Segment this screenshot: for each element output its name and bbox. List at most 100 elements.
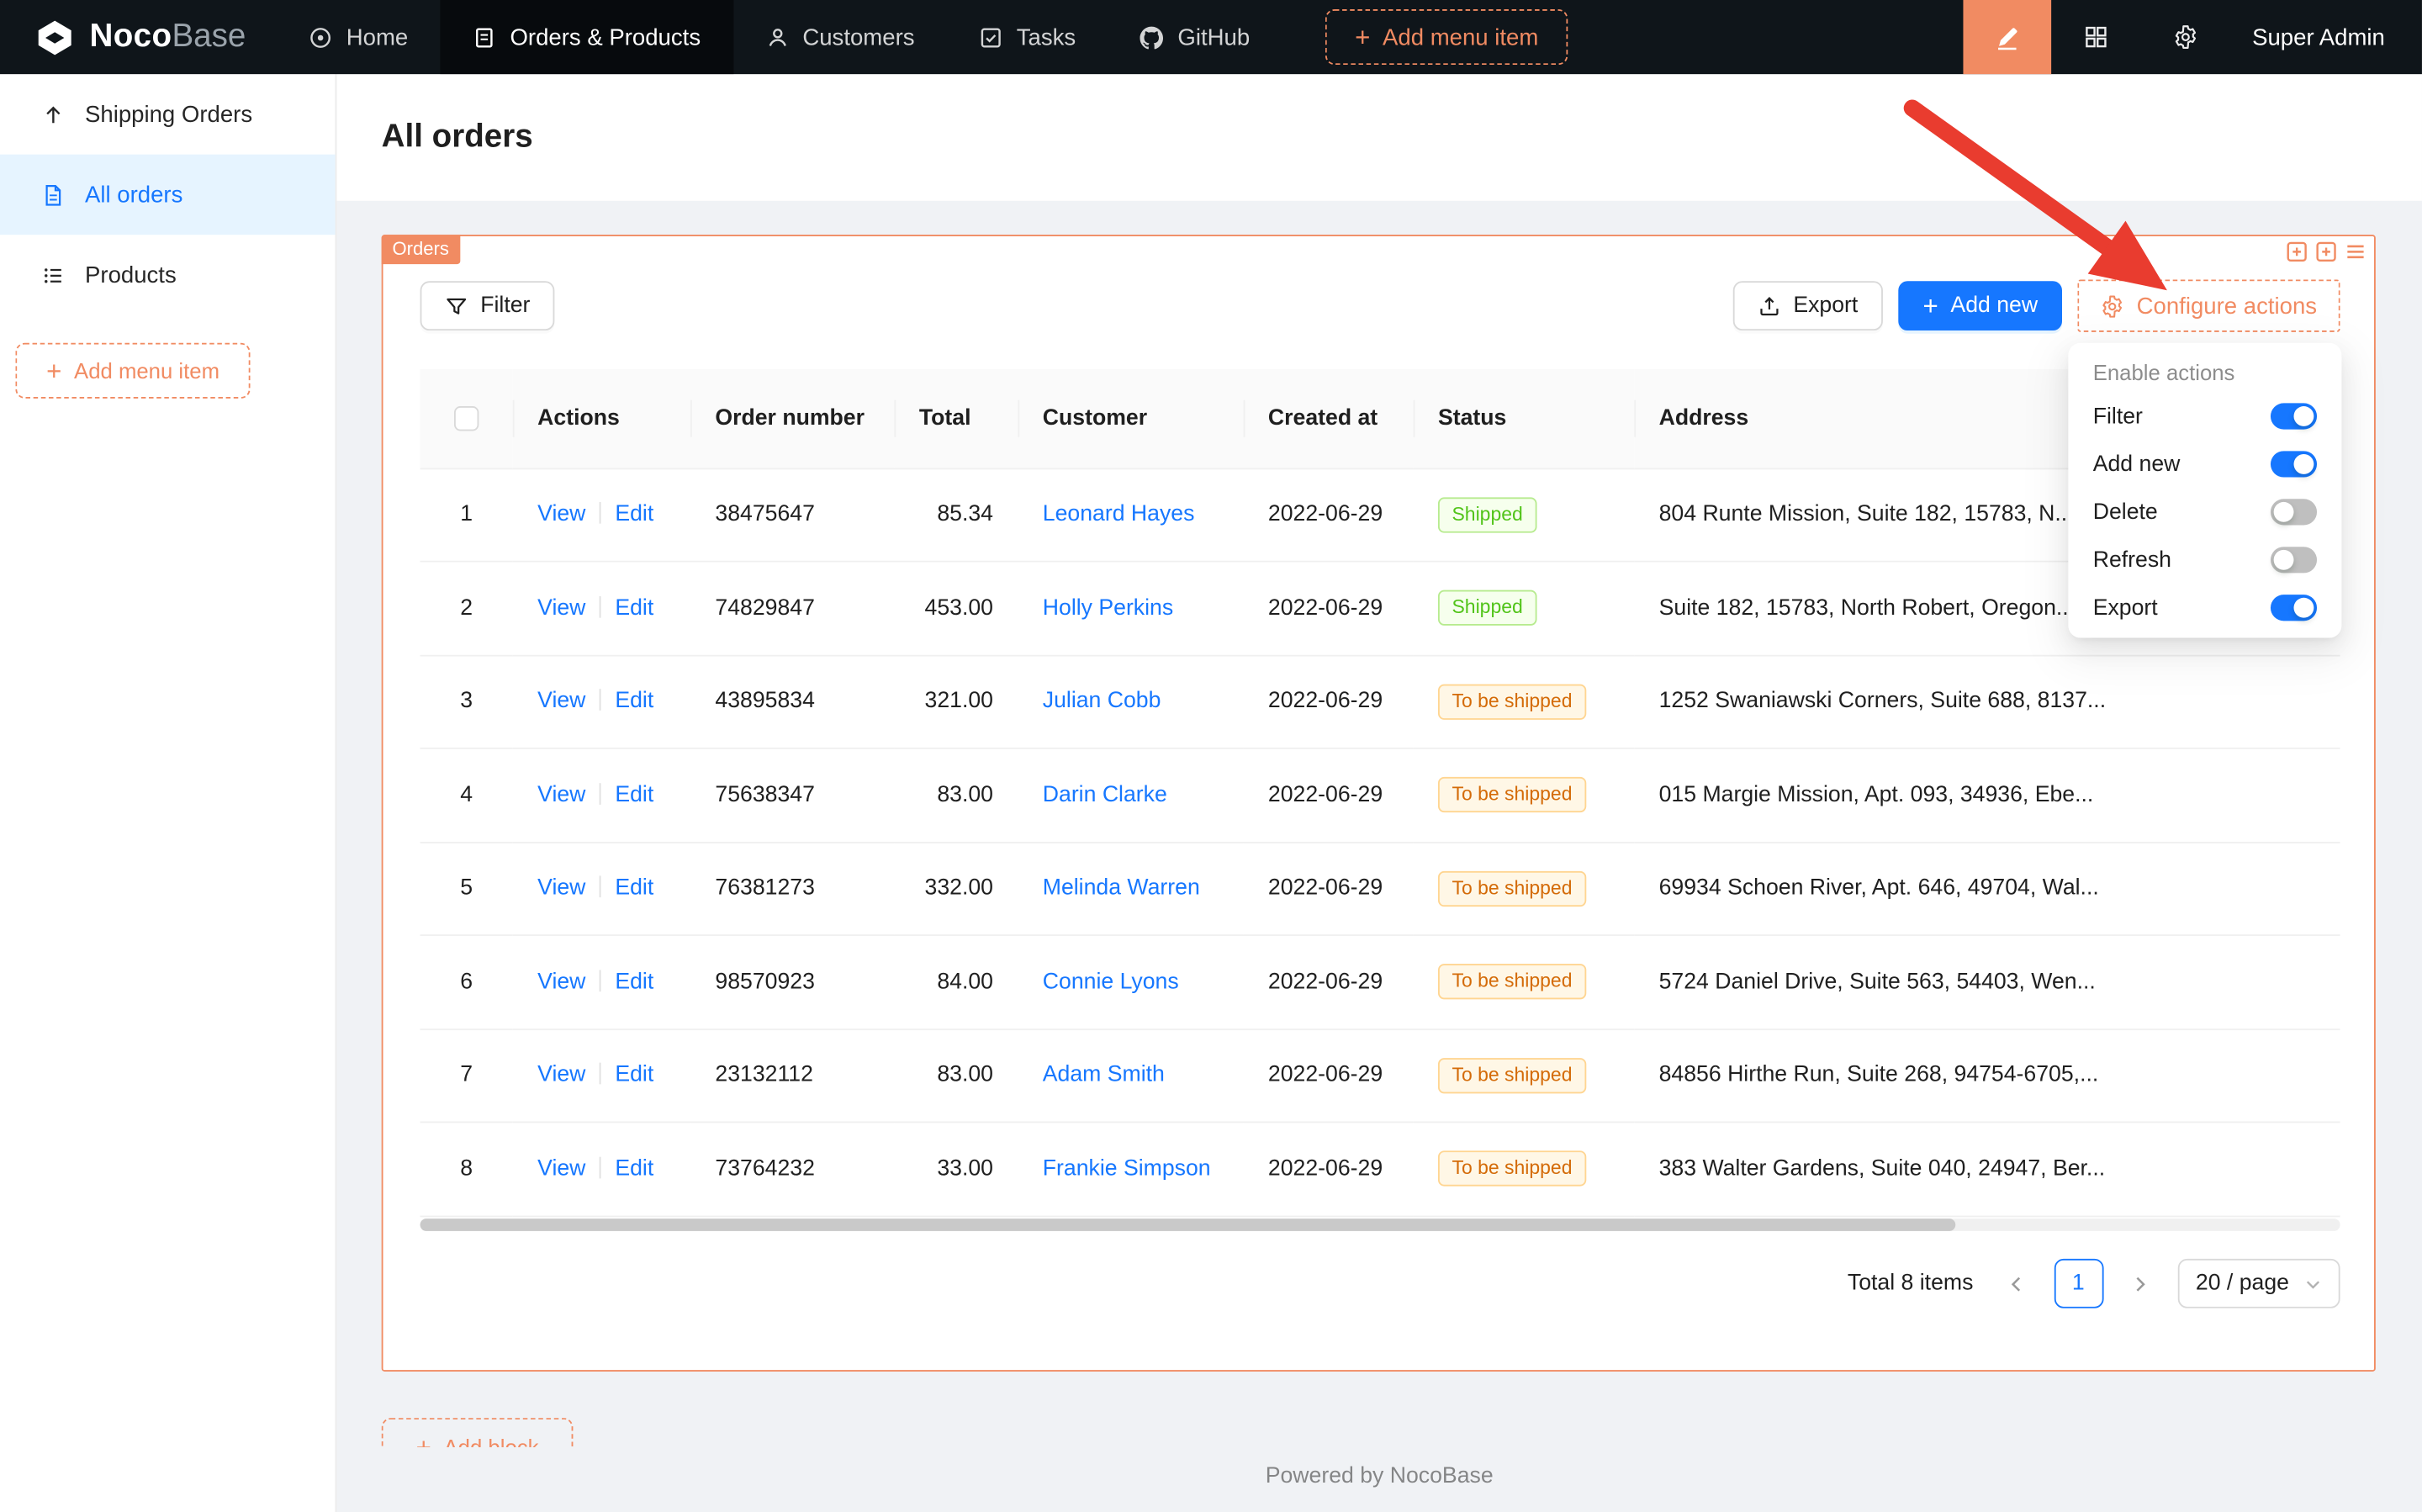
total-cell: 321.00	[894, 655, 1018, 748]
nav-item-github[interactable]: GitHub	[1108, 0, 1282, 74]
nav-item-customers[interactable]: Customers	[733, 0, 947, 74]
edit-link[interactable]: Edit	[615, 970, 653, 994]
dropdown-item-export[interactable]: Export	[2075, 584, 2335, 632]
dropdown-item-label: Filter	[2093, 404, 2143, 428]
sidebar-item-all-orders[interactable]: All orders	[0, 155, 336, 235]
total-cell: 83.00	[894, 1028, 1018, 1122]
customer-link[interactable]: Adam Smith	[1043, 1063, 1165, 1087]
column-header-order-number: Order number	[690, 369, 894, 468]
edit-link[interactable]: Edit	[615, 690, 653, 714]
ui-editor-button[interactable]	[1964, 0, 2052, 74]
customer-link[interactable]: Frankie Simpson	[1043, 1156, 1211, 1181]
pagination-next-button[interactable]	[2115, 1259, 2165, 1308]
address-cell: 69934 Schoen River, Apt. 646, 49704, Wal…	[1634, 842, 2340, 935]
edit-link[interactable]: Edit	[615, 502, 653, 526]
column-header-status: Status	[1414, 369, 1635, 468]
pagination-page-1[interactable]: 1	[2054, 1259, 2103, 1308]
nocobase-logo-icon	[34, 16, 76, 58]
settings-button[interactable]	[2141, 0, 2231, 74]
arrow-up-icon	[42, 103, 66, 126]
chevron-left-icon	[2008, 1275, 2025, 1292]
add-new-button[interactable]: + Add new	[1898, 281, 2062, 330]
add-new-button-label: Add new	[1950, 293, 2038, 318]
insert-block-icon[interactable]	[2286, 241, 2308, 263]
edit-link[interactable]: Edit	[615, 596, 653, 621]
sidebar-item-products[interactable]: Products	[0, 235, 336, 315]
view-link[interactable]: View	[537, 876, 585, 901]
refresh-toggle[interactable]	[2271, 547, 2317, 573]
dropdown-header: Enable actions	[2075, 349, 2335, 392]
customer-link[interactable]: Julian Cobb	[1043, 690, 1161, 714]
nav-item-tasks[interactable]: Tasks	[947, 0, 1108, 74]
customer-link[interactable]: Holly Perkins	[1043, 596, 1173, 621]
column-header-actions: Actions	[513, 369, 690, 468]
nav-item-label: Home	[346, 24, 408, 50]
block-tag[interactable]: Orders	[382, 235, 460, 264]
row-index: 5	[420, 842, 513, 935]
view-link[interactable]: View	[537, 502, 585, 526]
page-title: All orders	[382, 119, 533, 156]
view-link[interactable]: View	[537, 596, 585, 621]
view-link[interactable]: View	[537, 1063, 585, 1087]
user-menu[interactable]: Super Admin	[2230, 24, 2422, 50]
plugin-manager-button[interactable]	[2051, 0, 2141, 74]
view-link[interactable]: View	[537, 970, 585, 994]
nav-item-home[interactable]: Home	[277, 0, 441, 74]
customer-link[interactable]: Connie Lyons	[1043, 970, 1179, 994]
edit-link[interactable]: Edit	[615, 783, 653, 807]
sidebar-add-menu-item-button[interactable]: + Add menu item	[15, 343, 250, 399]
table-row: 7 ViewEdit 23132112 83.00 Adam Smith 202…	[420, 1028, 2340, 1122]
nav-add-menu-item-button[interactable]: + Add menu item	[1325, 9, 1568, 65]
block-menu-icon[interactable]	[2345, 241, 2366, 263]
status-badge: To be shipped	[1438, 870, 1586, 906]
row-index: 3	[420, 655, 513, 748]
orders-products-icon	[473, 25, 496, 49]
divider	[600, 783, 601, 805]
order-number-cell: 38475647	[690, 468, 894, 562]
status-badge: Shipped	[1438, 590, 1536, 626]
table-row: 8 ViewEdit 73764232 33.00 Frankie Simpso…	[420, 1122, 2340, 1215]
dropdown-item-label: Delete	[2093, 500, 2158, 524]
dropdown-item-refresh[interactable]: Refresh	[2075, 536, 2335, 584]
sidebar-item-shipping-orders[interactable]: Shipping Orders	[0, 74, 336, 155]
edit-link[interactable]: Edit	[615, 1063, 653, 1087]
sidebar-item-label: Products	[85, 262, 177, 288]
filter-toggle[interactable]	[2271, 403, 2317, 429]
nav-item-orders-products[interactable]: Orders & Products	[441, 0, 733, 74]
export-button[interactable]: Export	[1733, 281, 1883, 330]
view-link[interactable]: View	[537, 783, 585, 807]
home-icon	[309, 25, 333, 49]
pagination: Total 8 items 1 20 / page	[1848, 1259, 2340, 1308]
created-at-cell: 2022-06-29	[1244, 748, 1414, 842]
scrollbar-thumb[interactable]	[420, 1219, 1956, 1231]
select-all-checkbox[interactable]	[454, 406, 479, 431]
chevron-right-icon	[2132, 1275, 2149, 1292]
customer-link[interactable]: Melinda Warren	[1043, 876, 1200, 901]
table-header-row: Actions Order number Total Customer Crea…	[420, 369, 2340, 468]
add-block-button[interactable]: + Add block	[382, 1418, 574, 1447]
dropdown-item-add-new[interactable]: Add new	[2075, 440, 2335, 488]
view-link[interactable]: View	[537, 1156, 585, 1181]
page-size-select[interactable]: 20 / page	[2177, 1259, 2340, 1308]
order-number-cell: 23132112	[690, 1028, 894, 1122]
edit-link[interactable]: Edit	[615, 876, 653, 901]
horizontal-scrollbar[interactable]	[420, 1219, 2340, 1231]
filter-button[interactable]: Filter	[420, 281, 555, 330]
export-toggle[interactable]	[2271, 595, 2317, 621]
edit-link[interactable]: Edit	[615, 1156, 653, 1181]
export-button-label: Export	[1793, 293, 1858, 318]
configure-actions-button[interactable]: Configure actions	[2078, 279, 2340, 331]
dropdown-item-delete[interactable]: Delete	[2075, 488, 2335, 536]
view-link[interactable]: View	[537, 690, 585, 714]
add-new-toggle[interactable]	[2271, 451, 2317, 477]
delete-toggle[interactable]	[2271, 499, 2317, 525]
customer-link[interactable]: Leonard Hayes	[1043, 502, 1195, 526]
add-block-icon[interactable]	[2315, 241, 2337, 263]
divider	[600, 690, 601, 711]
logo-text-base: Base	[172, 19, 246, 54]
total-cell: 332.00	[894, 842, 1018, 935]
nocobase-logo[interactable]: NocoBase	[0, 16, 277, 58]
customer-link[interactable]: Darin Clarke	[1043, 783, 1167, 807]
dropdown-item-filter[interactable]: Filter	[2075, 393, 2335, 441]
pagination-prev-button[interactable]	[1991, 1259, 2041, 1308]
